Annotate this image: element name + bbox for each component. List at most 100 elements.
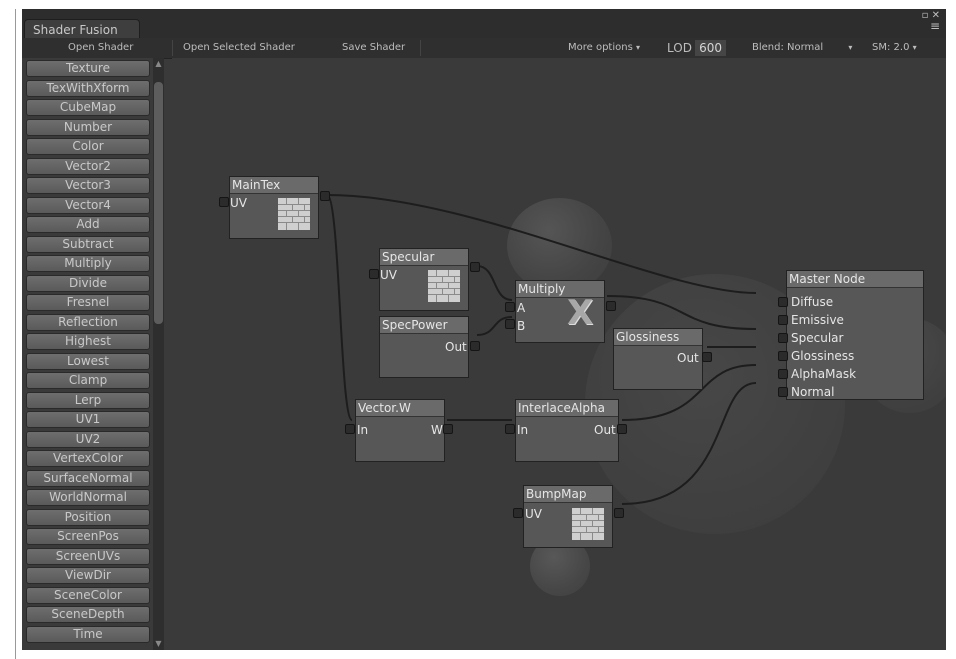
input-port-normal[interactable] — [778, 387, 788, 397]
port-label: Out — [594, 423, 616, 437]
input-port-specular[interactable] — [778, 333, 788, 343]
shader-model-dropdown[interactable]: SM: 2.0 ▾ — [872, 38, 917, 58]
brick-texture-icon — [278, 198, 310, 230]
port-label-alphamask: AlphaMask — [791, 367, 857, 381]
scroll-up-icon[interactable]: ▲ — [153, 58, 164, 70]
palette-button-scenedepth[interactable]: SceneDepth — [26, 606, 150, 623]
brick-texture-icon — [428, 270, 460, 302]
palette-button-screenpos[interactable]: ScreenPos — [26, 528, 150, 545]
palette-button-uv2[interactable]: UV2 — [26, 430, 150, 448]
more-options-dropdown[interactable]: More options ▾ — [568, 38, 640, 58]
palette-button-vector2[interactable]: Vector2 — [26, 157, 150, 175]
scroll-down-icon[interactable]: ▼ — [153, 638, 164, 650]
node-title: BumpMap — [524, 486, 612, 503]
port-label: In — [517, 423, 529, 437]
palette-button-add[interactable]: Add — [26, 216, 150, 233]
output-port[interactable] — [470, 341, 480, 351]
palette-button-texwithxform[interactable]: TexWithXform — [26, 79, 150, 97]
palette-button-worldnormal[interactable]: WorldNormal — [26, 489, 150, 506]
dropdown-arrow-icon: ▾ — [636, 43, 641, 52]
palette-button-number[interactable]: Number — [26, 118, 150, 136]
wire-specular-multiply-a — [476, 265, 513, 301]
palette-button-texture[interactable]: Texture — [26, 60, 150, 77]
palette-button-color[interactable]: Color — [26, 138, 150, 155]
input-port-b[interactable] — [505, 319, 515, 329]
node-title: Specular — [380, 249, 468, 266]
palette-button-uv1[interactable]: UV1 — [26, 411, 150, 428]
palette-button-divide[interactable]: Divide — [26, 274, 150, 292]
port-label: UV — [525, 507, 542, 521]
node-title: MainTex — [230, 177, 318, 194]
output-port[interactable] — [320, 191, 330, 201]
window-tab-label: Shader Fusion — [33, 23, 118, 37]
palette-button-vector4[interactable]: Vector4 — [26, 196, 150, 214]
input-port-emissive[interactable] — [778, 315, 788, 325]
node-title: InterlaceAlpha — [516, 400, 618, 417]
output-port[interactable] — [614, 508, 624, 518]
palette-button-highest[interactable]: Highest — [26, 333, 150, 350]
dropdown-arrow-icon: ▾ — [848, 43, 853, 52]
input-port-uv[interactable] — [219, 197, 229, 207]
output-port[interactable] — [606, 301, 616, 311]
palette-button-clamp[interactable]: Clamp — [26, 372, 150, 389]
palette-button-time[interactable]: Time — [26, 625, 150, 643]
wire-multiply-emissive — [606, 295, 757, 330]
input-port-diffuse[interactable] — [778, 297, 788, 307]
palette-button-vector3[interactable]: Vector3 — [26, 177, 150, 194]
shader-model-label: SM: 2.0 — [872, 42, 910, 53]
lod-input[interactable]: 600 — [695, 40, 727, 56]
title-bar: Shader Fusion ▫ ✕ ≡ — [22, 9, 946, 40]
toolbar: Open Shader Open Selected Shader Save Sh… — [22, 38, 946, 59]
palette-button-multiply[interactable]: Multiply — [26, 255, 150, 272]
lod-control: LOD 600 — [667, 38, 727, 58]
open-shader-button[interactable]: Open Shader — [68, 38, 133, 58]
scrollbar-thumb[interactable] — [154, 82, 163, 324]
input-port-uv[interactable] — [513, 508, 523, 518]
input-port-glossiness[interactable] — [778, 351, 788, 361]
palette-button-screenuvs[interactable]: ScreenUVs — [26, 547, 150, 565]
blend-dropdown[interactable]: Blend: Normal ▾ — [752, 38, 852, 58]
port-label: Out — [677, 351, 699, 365]
save-shader-button[interactable]: Save Shader — [342, 38, 405, 58]
input-port-alphamask[interactable] — [778, 369, 788, 379]
window-controls[interactable]: ▫ ✕ ≡ — [922, 11, 940, 33]
palette-button-vertexcolor[interactable]: VertexColor — [26, 450, 150, 467]
output-port[interactable] — [470, 262, 480, 272]
port-label-specular: Specular — [791, 331, 844, 345]
x-icon: X — [567, 293, 594, 333]
node-palette: Texture TexWithXform CubeMap Number Color Vec… — [22, 58, 160, 650]
palette-button-position[interactable]: Position — [26, 508, 150, 526]
menu-icon[interactable]: ≡ — [922, 20, 940, 32]
palette-button-subtract[interactable]: Subtract — [26, 235, 150, 253]
port-label: In — [357, 423, 369, 437]
palette-button-surfacenormal[interactable]: SurfaceNormal — [26, 469, 150, 487]
port-label: B — [517, 319, 526, 333]
wire-maintex-vectorw — [326, 194, 353, 421]
port-label: W — [431, 423, 443, 437]
palette-button-cubemap[interactable]: CubeMap — [26, 99, 150, 116]
toolbar-divider — [420, 40, 421, 56]
open-selected-shader-button[interactable]: Open Selected Shader — [183, 38, 295, 58]
input-port-in[interactable] — [345, 424, 355, 434]
palette-button-reflection[interactable]: Reflection — [26, 313, 150, 331]
node-graph-canvas[interactable]: MainTex UV Specular UV SpecPower Out Mul… — [172, 58, 946, 650]
output-port[interactable] — [443, 424, 453, 434]
more-options-label: More options — [568, 42, 633, 53]
palette-button-fresnel[interactable]: Fresnel — [26, 294, 150, 311]
port-label: A — [517, 301, 526, 315]
input-port-uv[interactable] — [369, 269, 379, 279]
palette-button-scenecolor[interactable]: SceneColor — [26, 586, 150, 604]
output-port[interactable] — [702, 352, 712, 362]
palette-button-viewdir[interactable]: ViewDir — [26, 567, 150, 584]
output-port[interactable] — [617, 424, 627, 434]
window-tab[interactable]: Shader Fusion — [24, 19, 140, 40]
palette-button-lowest[interactable]: Lowest — [26, 352, 150, 370]
node-title: Vector.W — [356, 400, 444, 417]
input-port-a[interactable] — [505, 302, 515, 312]
window-left-border — [15, 9, 16, 659]
palette-scrollbar[interactable]: ▲ ▼ — [153, 58, 164, 650]
input-port-in[interactable] — [505, 424, 515, 434]
palette-button-lerp[interactable]: Lerp — [26, 391, 150, 409]
port-label: Out — [445, 340, 467, 354]
lod-label: LOD — [667, 41, 692, 55]
